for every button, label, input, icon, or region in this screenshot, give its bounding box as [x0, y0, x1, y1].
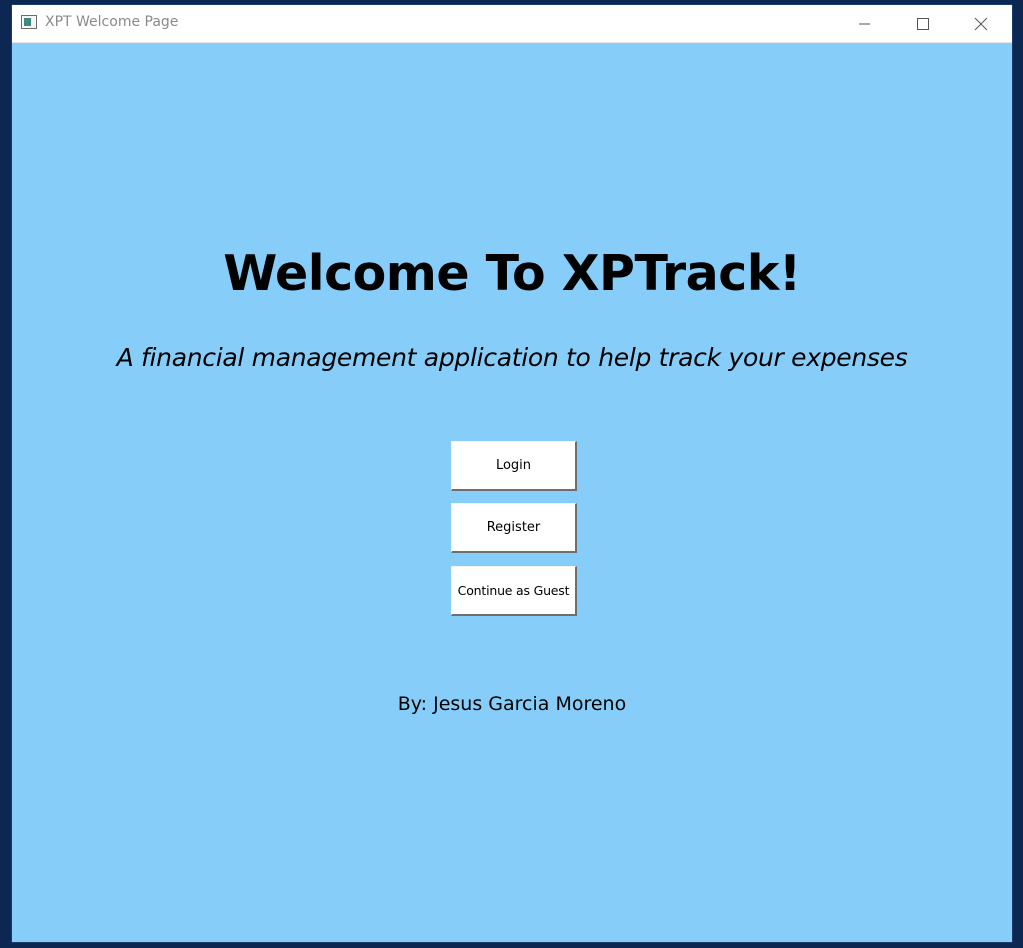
minimize-icon [859, 23, 870, 24]
register-button[interactable]: Register [451, 503, 577, 553]
login-button[interactable]: Login [451, 441, 577, 491]
minimize-button[interactable] [836, 5, 894, 42]
close-button[interactable] [952, 5, 1010, 42]
app-icon [21, 15, 37, 29]
welcome-heading: Welcome To XPTrack! [223, 245, 801, 302]
app-description: A financial management application to he… [116, 343, 908, 372]
continue-as-guest-button[interactable]: Continue as Guest [451, 566, 577, 616]
window-title: XPT Welcome Page [45, 14, 179, 30]
desktop: XPT Welcome Page Welcome To XPTrack! A f… [0, 0, 1023, 948]
close-icon [974, 17, 988, 30]
app-window: XPT Welcome Page Welcome To XPTrack! A f… [12, 5, 1012, 942]
maximize-button[interactable] [894, 5, 952, 42]
title-bar[interactable]: XPT Welcome Page [12, 5, 1012, 43]
author-byline: By: Jesus Garcia Moreno [397, 693, 627, 715]
maximize-icon [917, 17, 929, 30]
